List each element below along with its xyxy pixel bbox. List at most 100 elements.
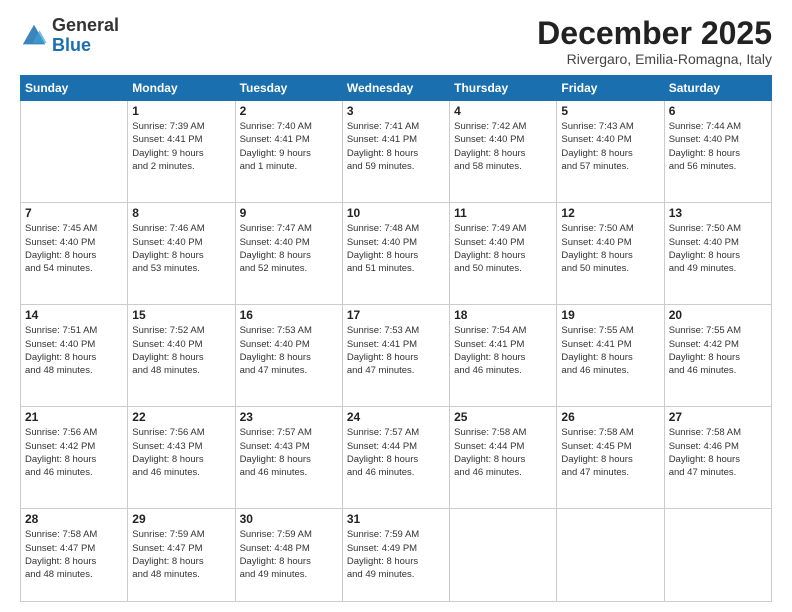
day-number: 14 — [25, 308, 123, 322]
col-saturday: Saturday — [664, 76, 771, 101]
calendar-cell: 12 Sunrise: 7:50 AM Sunset: 4:40 PM Dayli… — [557, 203, 664, 305]
day-info: Sunrise: 7:39 AM Sunset: 4:41 PM Dayligh… — [132, 120, 230, 173]
day-info: Sunrise: 7:41 AM Sunset: 4:41 PM Dayligh… — [347, 120, 445, 173]
day-number: 18 — [454, 308, 552, 322]
day-info: Sunrise: 7:55 AM Sunset: 4:41 PM Dayligh… — [561, 324, 659, 377]
calendar-cell: 25 Sunrise: 7:58 AM Sunset: 4:44 PM Dayli… — [450, 407, 557, 509]
day-number: 12 — [561, 206, 659, 220]
logo-icon — [20, 22, 48, 50]
calendar-cell: 26Sunrise: 7:58 AM Sunset: 4:45 PM Dayli… — [557, 407, 664, 509]
calendar-body: 1 Sunrise: 7:39 AM Sunset: 4:41 PM Daylig… — [21, 101, 772, 602]
day-number: 17 — [347, 308, 445, 322]
logo-general-text: General — [52, 15, 119, 35]
day-number: 21 — [25, 410, 123, 424]
day-info: Sunrise: 7:42 AM Sunset: 4:40 PM Dayligh… — [454, 120, 552, 173]
day-info: Sunrise: 7:57 AM Sunset: 4:43 PM Dayligh… — [240, 426, 338, 479]
calendar-cell: 31 Sunrise: 7:59 AM Sunset: 4:49 PM Dayli… — [342, 509, 449, 602]
calendar-cell: 30 Sunrise: 7:59 AM Sunset: 4:48 PM Dayli… — [235, 509, 342, 602]
day-info: Sunrise: 7:44 AM Sunset: 4:40 PM Dayligh… — [669, 120, 767, 173]
day-info: Sunrise: 7:50 AM Sunset: 4:40 PM Dayligh… — [561, 222, 659, 275]
calendar-week-1: 1 Sunrise: 7:39 AM Sunset: 4:41 PM Daylig… — [21, 101, 772, 203]
day-number: 3 — [347, 104, 445, 118]
day-info: Sunrise: 7:48 AM Sunset: 4:40 PM Dayligh… — [347, 222, 445, 275]
day-number: 22 — [132, 410, 230, 424]
day-number: 16 — [240, 308, 338, 322]
calendar-cell — [664, 509, 771, 602]
day-number: 9 — [240, 206, 338, 220]
month-title: December 2025 — [537, 16, 772, 51]
calendar-cell: 10 Sunrise: 7:48 AM Sunset: 4:40 PM Dayli… — [342, 203, 449, 305]
col-wednesday: Wednesday — [342, 76, 449, 101]
calendar-cell: 24Sunrise: 7:57 AM Sunset: 4:44 PM Dayli… — [342, 407, 449, 509]
day-info: Sunrise: 7:56 AM Sunset: 4:43 PM Dayligh… — [132, 426, 230, 479]
day-number: 30 — [240, 512, 338, 526]
calendar-cell: 16Sunrise: 7:53 AM Sunset: 4:40 PM Dayli… — [235, 305, 342, 407]
calendar-cell: 19 Sunrise: 7:55 AM Sunset: 4:41 PM Dayli… — [557, 305, 664, 407]
calendar-cell: 18 Sunrise: 7:54 AM Sunset: 4:41 PM Dayli… — [450, 305, 557, 407]
calendar-week-3: 14 Sunrise: 7:51 AM Sunset: 4:40 PM Dayli… — [21, 305, 772, 407]
day-info: Sunrise: 7:56 AM Sunset: 4:42 PM Dayligh… — [25, 426, 123, 479]
calendar-cell: 27Sunrise: 7:58 AM Sunset: 4:46 PM Dayli… — [664, 407, 771, 509]
title-block: December 2025 Rivergaro, Emilia-Romagna,… — [537, 16, 772, 67]
day-number: 13 — [669, 206, 767, 220]
calendar-week-4: 21 Sunrise: 7:56 AM Sunset: 4:42 PM Dayli… — [21, 407, 772, 509]
header: General Blue December 2025 Rivergaro, Em… — [20, 16, 772, 67]
calendar-cell: 23 Sunrise: 7:57 AM Sunset: 4:43 PM Dayli… — [235, 407, 342, 509]
calendar-cell: 22 Sunrise: 7:56 AM Sunset: 4:43 PM Dayli… — [128, 407, 235, 509]
day-number: 31 — [347, 512, 445, 526]
day-info: Sunrise: 7:58 AM Sunset: 4:47 PM Dayligh… — [25, 528, 123, 581]
day-number: 2 — [240, 104, 338, 118]
day-number: 19 — [561, 308, 659, 322]
day-info: Sunrise: 7:59 AM Sunset: 4:49 PM Dayligh… — [347, 528, 445, 581]
location-subtitle: Rivergaro, Emilia-Romagna, Italy — [537, 51, 772, 67]
calendar-cell: 13 Sunrise: 7:50 AM Sunset: 4:40 PM Dayli… — [664, 203, 771, 305]
calendar-cell — [450, 509, 557, 602]
logo-blue-text: Blue — [52, 35, 91, 55]
day-info: Sunrise: 7:53 AM Sunset: 4:41 PM Dayligh… — [347, 324, 445, 377]
calendar-cell: 6 Sunrise: 7:44 AM Sunset: 4:40 PM Daylig… — [664, 101, 771, 203]
day-number: 7 — [25, 206, 123, 220]
day-info: Sunrise: 7:59 AM Sunset: 4:48 PM Dayligh… — [240, 528, 338, 581]
calendar-cell: 1 Sunrise: 7:39 AM Sunset: 4:41 PM Daylig… — [128, 101, 235, 203]
calendar-cell: 21 Sunrise: 7:56 AM Sunset: 4:42 PM Dayli… — [21, 407, 128, 509]
calendar-week-2: 7 Sunrise: 7:45 AM Sunset: 4:40 PM Daylig… — [21, 203, 772, 305]
day-number: 1 — [132, 104, 230, 118]
day-number: 5 — [561, 104, 659, 118]
day-info: Sunrise: 7:54 AM Sunset: 4:41 PM Dayligh… — [454, 324, 552, 377]
day-info: Sunrise: 7:45 AM Sunset: 4:40 PM Dayligh… — [25, 222, 123, 275]
calendar-cell: 4 Sunrise: 7:42 AM Sunset: 4:40 PM Daylig… — [450, 101, 557, 203]
day-number: 24 — [347, 410, 445, 424]
calendar-cell — [557, 509, 664, 602]
day-info: Sunrise: 7:59 AM Sunset: 4:47 PM Dayligh… — [132, 528, 230, 581]
page: General Blue December 2025 Rivergaro, Em… — [0, 0, 792, 612]
calendar-cell: 29 Sunrise: 7:59 AM Sunset: 4:47 PM Dayli… — [128, 509, 235, 602]
calendar-cell: 2Sunrise: 7:40 AM Sunset: 4:41 PM Daylig… — [235, 101, 342, 203]
logo: General Blue — [20, 16, 119, 56]
calendar-table: Sunday Monday Tuesday Wednesday Thursday… — [20, 75, 772, 602]
header-row: Sunday Monday Tuesday Wednesday Thursday… — [21, 76, 772, 101]
day-info: Sunrise: 7:43 AM Sunset: 4:40 PM Dayligh… — [561, 120, 659, 173]
calendar-cell: 8Sunrise: 7:46 AM Sunset: 4:40 PM Daylig… — [128, 203, 235, 305]
col-tuesday: Tuesday — [235, 76, 342, 101]
day-number: 23 — [240, 410, 338, 424]
day-number: 25 — [454, 410, 552, 424]
calendar-header: Sunday Monday Tuesday Wednesday Thursday… — [21, 76, 772, 101]
col-thursday: Thursday — [450, 76, 557, 101]
day-info: Sunrise: 7:51 AM Sunset: 4:40 PM Dayligh… — [25, 324, 123, 377]
day-info: Sunrise: 7:55 AM Sunset: 4:42 PM Dayligh… — [669, 324, 767, 377]
day-number: 15 — [132, 308, 230, 322]
day-number: 29 — [132, 512, 230, 526]
day-info: Sunrise: 7:50 AM Sunset: 4:40 PM Dayligh… — [669, 222, 767, 275]
day-number: 6 — [669, 104, 767, 118]
day-info: Sunrise: 7:46 AM Sunset: 4:40 PM Dayligh… — [132, 222, 230, 275]
calendar-cell: 7 Sunrise: 7:45 AM Sunset: 4:40 PM Daylig… — [21, 203, 128, 305]
calendar-cell: 9Sunrise: 7:47 AM Sunset: 4:40 PM Daylig… — [235, 203, 342, 305]
col-friday: Friday — [557, 76, 664, 101]
day-number: 26 — [561, 410, 659, 424]
day-number: 10 — [347, 206, 445, 220]
calendar-cell: 15Sunrise: 7:52 AM Sunset: 4:40 PM Dayli… — [128, 305, 235, 407]
calendar-cell: 14 Sunrise: 7:51 AM Sunset: 4:40 PM Dayli… — [21, 305, 128, 407]
day-number: 4 — [454, 104, 552, 118]
day-info: Sunrise: 7:49 AM Sunset: 4:40 PM Dayligh… — [454, 222, 552, 275]
day-info: Sunrise: 7:58 AM Sunset: 4:44 PM Dayligh… — [454, 426, 552, 479]
